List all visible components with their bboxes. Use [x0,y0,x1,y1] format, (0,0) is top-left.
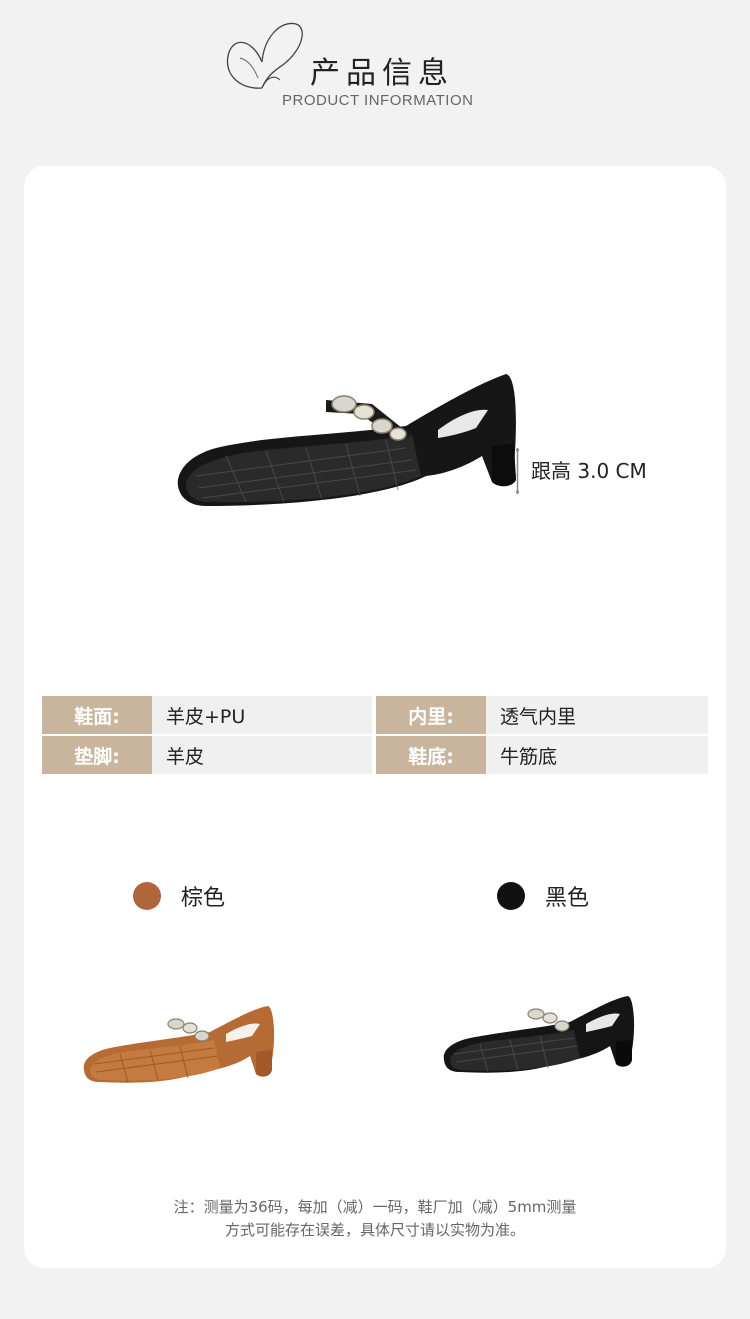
heel-height-marker [516,448,519,494]
spec-key-insole: 垫脚: [42,736,152,774]
spec-key-outsole: 鞋底: [376,736,486,774]
spec-value-upper: 羊皮+PU [152,696,372,734]
page-subtitle: PRODUCT INFORMATION [282,92,474,109]
heel-height-label: 跟高 3.0 CM [531,459,647,483]
color-option-black: 黑色 [497,880,589,912]
page-title: 产品信息 [310,56,454,91]
measurement-note: 注：测量为36码，每加（减）一码，鞋厂加（减）5mm测量 方式可能存在误差，具体… [24,1196,726,1242]
spec-row: 鞋面: 羊皮+PU 内里: 透气内里 [42,696,708,734]
black-swatch-icon [497,882,525,910]
brown-swatch-icon [133,882,161,910]
color-option-brown: 棕色 [133,880,225,912]
spec-value-insole: 羊皮 [152,736,372,774]
shoe-brown-image [83,1006,275,1083]
color-label-black: 黑色 [545,886,590,911]
spec-table: 鞋面: 羊皮+PU 内里: 透气内里 垫脚: 羊皮 鞋底: 牛筋底 [42,696,708,776]
shoe-main-image [177,374,516,506]
spec-value-outsole: 牛筋底 [486,736,708,774]
spec-row: 垫脚: 羊皮 鞋底: 牛筋底 [42,736,708,774]
product-card: 跟高 3.0 CM 鞋面: 羊皮+PU 内里: 透气内里 垫脚: 羊皮 鞋底: … [24,166,726,1268]
note-line-2: 方式可能存在误差，具体尺寸请以实物为准。 [224,1221,525,1239]
spec-value-lining: 透气内里 [486,696,708,734]
butterfly-icon [226,22,303,89]
color-label-brown: 棕色 [181,886,226,911]
spec-key-lining: 内里: [376,696,486,734]
shoe-black-image [443,996,635,1073]
note-line-1: 注：测量为36码，每加（减）一码，鞋厂加（减）5mm测量 [173,1198,577,1216]
page-header: 产品信息 PRODUCT INFORMATION [0,0,750,160]
spec-key-upper: 鞋面: [42,696,152,734]
